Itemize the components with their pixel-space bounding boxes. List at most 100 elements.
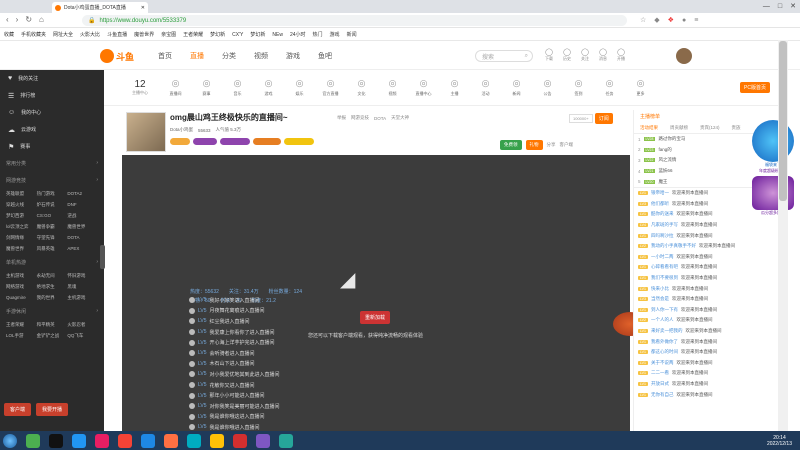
chat-user[interactable]: 凡家斑的手写 [651,222,678,228]
sidebar-item-4[interactable]: ⚑ 赛事 [0,138,104,155]
app-icon[interactable] [256,433,270,448]
scrollbar-thumb[interactable] [779,41,787,201]
home-icon[interactable]: ⌂ [39,15,44,24]
client-button[interactable]: 客户端 [4,403,32,416]
category-item[interactable]: ◎ 任务 [594,78,625,97]
sidebar-link[interactable]: 主机游戏 [67,295,98,301]
user-icon[interactable]: ● [682,17,686,24]
chat-user[interactable]: 二二一看 [651,370,669,376]
gift-button[interactable]: 礼物 [525,140,543,150]
sidebar-item-0[interactable]: ♥ 我的关注 [0,70,104,87]
bookmark-item[interactable]: 斗鱼直播 [107,31,127,38]
search-icon[interactable]: ⌕ [525,53,528,60]
sidebar-link[interactable]: DNF [67,202,98,208]
browser-tab[interactable]: Dota小鸡蛋直播_DOTA直播 ✕ [52,2,148,13]
maximize-icon[interactable]: □ [778,3,782,10]
app-icon[interactable] [164,433,178,448]
anchor-center[interactable]: 12 主播中心 [120,79,160,96]
sidebar-link[interactable]: 黑魂 [67,284,98,290]
share-button[interactable]: 分享 [547,142,556,148]
free-gift-button[interactable]: 免费领 [500,140,522,150]
refresh-icon[interactable]: ↻ [25,15,32,24]
gift-icon[interactable]: ❖ [668,16,674,24]
app-icon[interactable] [118,433,132,448]
category-item[interactable]: ◎ 赛事 [191,78,222,97]
sidebar-link[interactable]: 火影忍者 [67,322,98,328]
back-icon[interactable]: ‹ [6,15,9,24]
sidebar-link[interactable]: 梦幻西游 [6,213,37,219]
sidebar-item-2[interactable]: ☺ 我的中心 [0,104,104,121]
chat-user[interactable]: 都这心的时间 [651,349,678,355]
chat-user[interactable]: 银帝哈一 [651,190,669,196]
sidebar-link[interactable]: 永劫无间 [37,273,68,279]
sidebar-link[interactable]: CS:GO [37,213,68,219]
category-item[interactable]: ◎ 直播间 [160,78,191,97]
nav-item-3[interactable]: 视频 [254,51,268,61]
site-logo[interactable]: 斗鱼 [100,48,134,64]
app-icon[interactable] [72,433,86,448]
category-item[interactable]: ◎ 官方直播 [315,78,346,97]
nav-item-0[interactable]: 首页 [158,51,172,61]
sidebar-link[interactable]: 逆战 [67,213,98,219]
bookmark-item[interactable]: 梦幻新 [250,31,265,38]
chat-user[interactable]: 酷你的送来 [651,211,674,217]
streamer-avatar[interactable] [126,112,166,152]
category-item[interactable]: ◎ 直播中心 [408,78,439,97]
sidebar-link[interactable]: DOTA [67,235,98,241]
chat-user[interactable]: 当然会是 [651,296,669,302]
expand-icon[interactable]: › [96,308,98,315]
sidebar-link[interactable]: 剑网情缘 [6,235,37,241]
sidebar-link[interactable]: 炉石传说 [37,202,68,208]
nav-item-2[interactable]: 分类 [222,51,236,61]
bookmark-item[interactable]: 手机收藏夹 [21,31,46,38]
bookmark-item[interactable]: 网址大全 [53,31,73,38]
category-item[interactable]: ◎ 更多 [625,78,656,97]
app-icon[interactable] [49,433,63,448]
bookmark-item[interactable]: 新闻 [347,31,357,38]
category-item[interactable]: ◎ 音乐 [222,78,253,97]
app-icon[interactable] [187,433,201,448]
header-icon-4[interactable]: ◯ 开播 [617,48,625,62]
header-icon-2[interactable]: ◯ 关注 [581,48,589,62]
start-button[interactable] [3,433,17,448]
category-item[interactable]: ◎ 主播 [439,78,470,97]
sidebar-link[interactable]: 金铲铲之战 [37,333,68,339]
extension-icon[interactable]: ◆ [654,16,659,24]
chat-user[interactable]: 关于不说两 [651,360,674,366]
sidebar-link[interactable]: 我的世界 [37,295,68,301]
sidebar-link[interactable]: QQ飞车 [67,333,98,339]
bookmark-item[interactable]: 热门 [313,31,323,38]
sub-tab[interactable]: 周贡献榜 [670,125,688,131]
app-icon[interactable] [233,433,247,448]
minimize-icon[interactable]: — [763,3,770,10]
sidebar-link[interactable]: 热门游戏 [37,191,68,197]
star-icon[interactable]: ☆ [640,16,646,24]
category-item[interactable]: ◎ 签到 [563,78,594,97]
sub-tab[interactable]: 贵宾(124) [700,125,720,131]
nav-item-5[interactable]: 鱼吧 [318,51,332,61]
stream-tag[interactable]: 天堂大神 [391,115,409,121]
category-item[interactable]: ◎ 活动 [470,78,501,97]
chat-user[interactable]: 快来小比 [651,286,669,292]
header-icon-1[interactable]: ◯ 历史 [563,48,571,62]
host-name[interactable]: Dota小鸡蛋 [170,127,193,133]
header-icon-0[interactable]: ◯ 下载 [545,48,553,62]
tab-anchor-rank[interactable]: 主播榜单 [640,113,660,120]
sidebar-link[interactable]: 魔兽世界 [6,246,37,252]
expand-icon[interactable]: › [96,160,98,167]
chat-user[interactable]: 四吗啊沙拉 [651,233,674,239]
url-field[interactable]: 🔒 https://www.douyu.com/5533379 [82,15,627,26]
sidebar-link[interactable]: 网络游戏 [6,284,37,290]
bookmark-item[interactable]: 亲宝图 [161,31,176,38]
sidebar-link[interactable]: 魔兽世界 [67,224,98,230]
close-window-icon[interactable]: ✕ [790,2,796,10]
expand-icon[interactable]: › [96,259,98,266]
sub-tab[interactable]: 贵族 [732,125,741,131]
bookmark-item[interactable]: NEw [272,32,283,38]
chat-user[interactable]: 我们不要很到 [651,275,678,281]
sidebar-item-3[interactable]: ☁ 云游戏 [0,121,104,138]
chat-user[interactable]: 心碎看看有吧 [651,264,678,270]
stream-tag[interactable]: 网游竞技 [351,115,369,121]
bookmark-item[interactable]: 24小时 [290,31,306,38]
bookmark-item[interactable]: 魔兽世界 [134,31,154,38]
